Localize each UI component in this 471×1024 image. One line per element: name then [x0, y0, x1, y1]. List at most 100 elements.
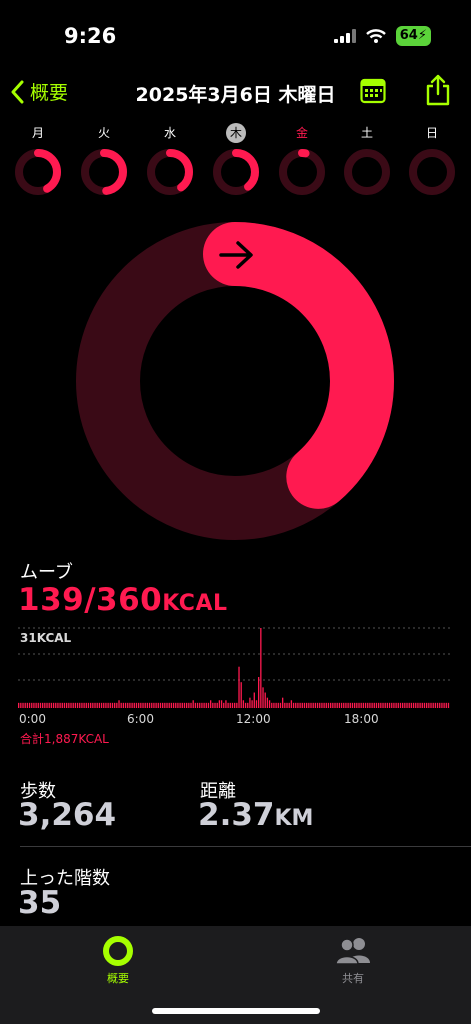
share-button[interactable]	[425, 74, 451, 110]
chart-bar	[183, 702, 186, 708]
chart-bar	[306, 702, 308, 708]
day-ring[interactable]	[13, 147, 63, 197]
chart-bar	[244, 702, 247, 708]
chart-bar	[170, 702, 173, 708]
chart-bar	[168, 702, 170, 708]
steps-value: 3,264	[18, 797, 117, 833]
chart-bar	[83, 702, 85, 708]
chart-bar	[70, 702, 72, 708]
chart-bar	[238, 666, 240, 708]
chart-bar	[432, 702, 434, 708]
chart-bar	[225, 700, 227, 708]
x-tick-0: 0:00	[19, 712, 46, 726]
page-title: 2025年3月6日 木曜日	[135, 84, 336, 106]
chart-bar	[138, 702, 140, 708]
battery-level: 64	[399, 28, 418, 43]
chart-bar	[188, 702, 190, 708]
chart-bar	[336, 702, 338, 708]
day-label-text: 土	[360, 126, 373, 140]
day-ring[interactable]	[342, 147, 392, 197]
status-icons: 64⚡	[333, 26, 431, 46]
day-ring-track	[279, 149, 325, 195]
chart-bar	[277, 702, 279, 708]
day-label[interactable]: 日	[412, 123, 452, 143]
chart-bar	[207, 702, 210, 708]
day-label[interactable]: 月	[18, 123, 58, 143]
chart-bar	[181, 702, 183, 708]
chart-bar	[39, 702, 42, 708]
chart-bar	[408, 702, 410, 708]
day-label[interactable]: 木	[216, 123, 256, 143]
x-tick-18: 18:00	[344, 712, 379, 726]
tab-summary[interactable]: 概要	[78, 935, 158, 986]
day-ring[interactable]	[211, 147, 261, 197]
chart-bar	[42, 702, 44, 708]
chart-bar	[439, 702, 441, 708]
chart-bar	[179, 702, 181, 708]
share-icon	[426, 74, 450, 106]
day-label[interactable]: 金	[282, 123, 322, 143]
chart-bar	[247, 702, 249, 708]
divider	[20, 846, 471, 847]
chart-bar	[406, 702, 408, 708]
status-time: 9:26	[64, 24, 117, 48]
chart-bar	[28, 702, 31, 708]
day-ring[interactable]	[145, 147, 195, 197]
chart-bar	[166, 702, 168, 708]
chart-bar	[122, 702, 125, 708]
chart-bar	[388, 702, 391, 708]
chart-bar	[114, 702, 116, 708]
chart-bar	[423, 702, 426, 708]
chart-bar	[26, 702, 29, 708]
chart-bar	[90, 702, 92, 708]
calendar-button[interactable]	[360, 76, 386, 108]
chart-bar	[290, 700, 293, 708]
chart-bar	[351, 702, 354, 708]
chart-bar	[340, 702, 343, 708]
day-label[interactable]: 水	[150, 123, 190, 143]
chart-bar	[445, 702, 447, 708]
chart-bar	[100, 702, 103, 708]
chart-bar	[98, 702, 101, 708]
chart-bar	[31, 702, 33, 708]
day-ring[interactable]	[277, 147, 327, 197]
distance-value: 2.37KM	[198, 797, 313, 833]
day-ring[interactable]	[79, 147, 129, 197]
move-calories: 139/360	[18, 582, 163, 618]
tab-sharing[interactable]: 共有	[313, 935, 393, 986]
chart-bar	[216, 702, 218, 708]
chart-bar	[325, 702, 327, 708]
chart-bar	[253, 692, 255, 708]
chart-bar	[55, 702, 57, 708]
day-label-text: 木	[226, 123, 246, 143]
home-indicator	[152, 1008, 320, 1014]
chart-bar	[194, 702, 197, 708]
chart-bar	[135, 702, 138, 708]
chart-bar	[356, 702, 358, 708]
chart-bar	[72, 702, 74, 708]
chart-bar	[118, 700, 120, 708]
chart-bar	[258, 677, 260, 708]
chart-bar	[120, 702, 122, 708]
chart-bar	[74, 702, 77, 708]
chart-bar	[319, 702, 321, 708]
chart-bar	[371, 702, 373, 708]
chart-bar	[105, 702, 107, 708]
day-label[interactable]: 土	[347, 123, 387, 143]
chart-bar	[264, 692, 266, 708]
chart-bar	[205, 702, 207, 708]
chart-bar	[334, 702, 336, 708]
chart-bar	[94, 702, 96, 708]
chart-bar	[33, 702, 35, 708]
chart-bar	[231, 702, 234, 708]
chart-bar	[79, 702, 81, 708]
chart-bar	[286, 702, 288, 708]
chart-bar	[218, 700, 221, 708]
day-label[interactable]: 火	[84, 123, 124, 143]
chart-bar	[116, 702, 118, 708]
chart-bar	[273, 702, 275, 708]
day-ring[interactable]	[407, 147, 457, 197]
chart-bar	[275, 702, 277, 708]
chart-bar	[214, 702, 216, 708]
chart-bar	[210, 700, 212, 708]
